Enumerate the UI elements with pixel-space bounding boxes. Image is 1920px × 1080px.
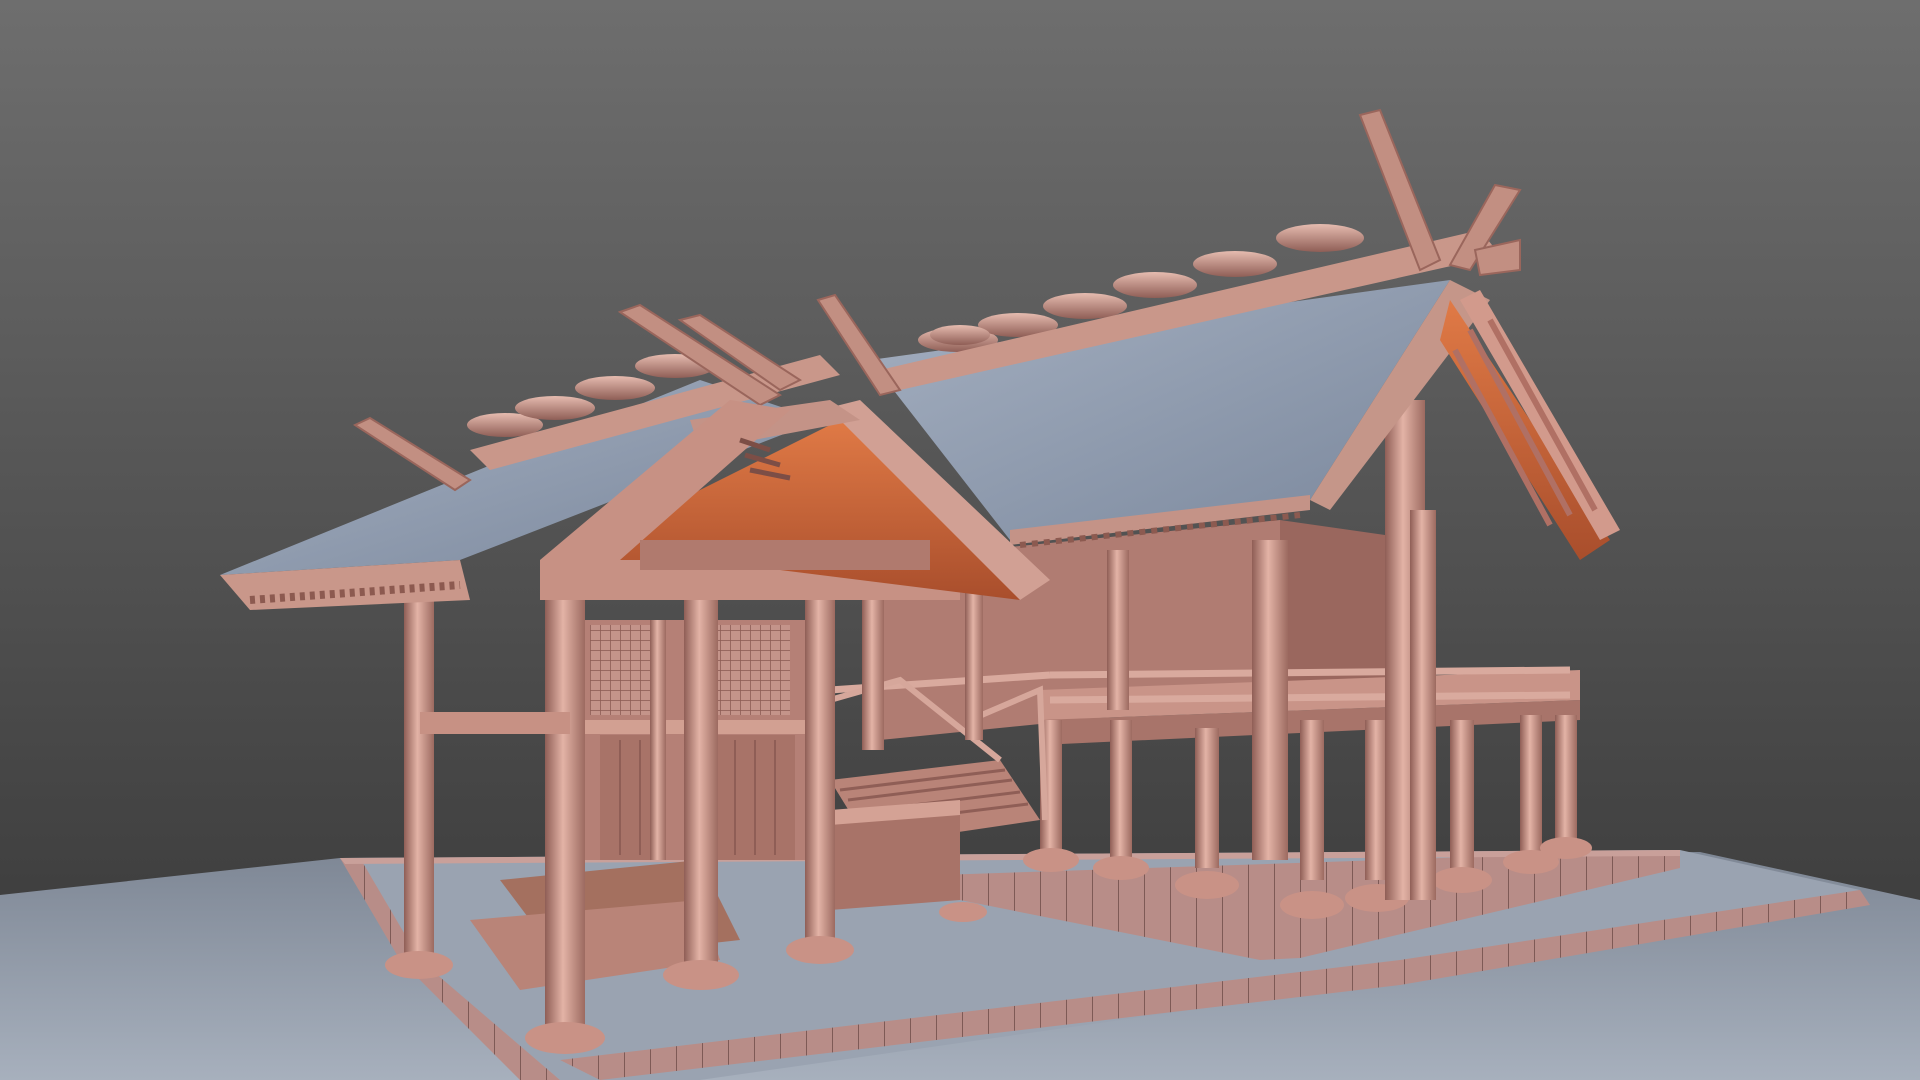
shrine-render xyxy=(0,0,1920,1080)
3d-viewport[interactable] xyxy=(0,0,1920,1080)
